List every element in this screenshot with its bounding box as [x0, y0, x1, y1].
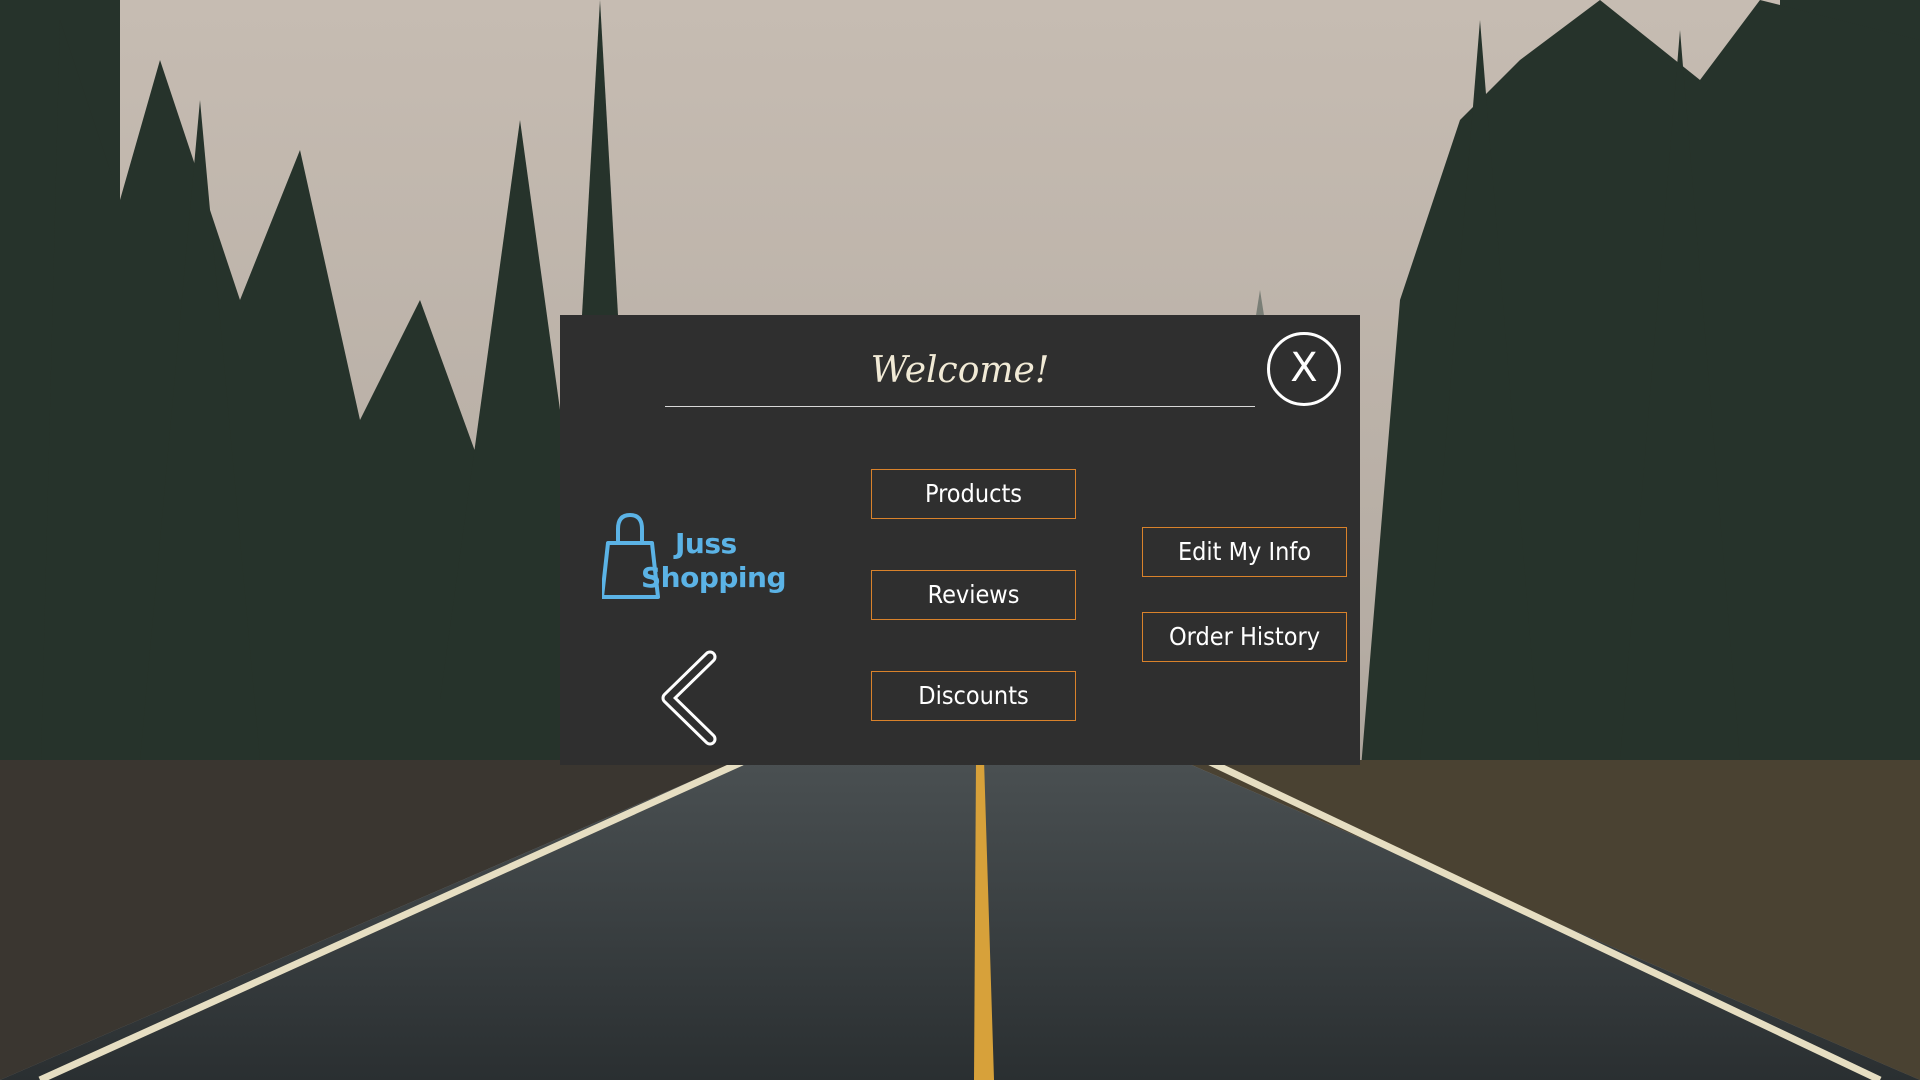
juss-shopping-logo: Juss Shopping — [602, 511, 787, 603]
title-divider — [665, 406, 1255, 407]
reviews-button[interactable]: Reviews — [871, 570, 1076, 620]
order-history-button[interactable]: Order History — [1142, 612, 1347, 662]
dialog-title: Welcome! — [870, 350, 1050, 391]
logo-text-line2: Shopping — [641, 561, 787, 594]
edit-my-info-button[interactable]: Edit My Info — [1142, 527, 1347, 577]
welcome-dialog: Welcome! X Juss Shopping Products Review… — [560, 315, 1360, 765]
discounts-button[interactable]: Discounts — [871, 671, 1076, 721]
chevron-left-icon — [661, 650, 717, 746]
products-button[interactable]: Products — [871, 469, 1076, 519]
back-button[interactable] — [658, 649, 728, 747]
close-button[interactable]: X — [1267, 332, 1341, 406]
logo-text-line1: Juss — [675, 527, 737, 560]
